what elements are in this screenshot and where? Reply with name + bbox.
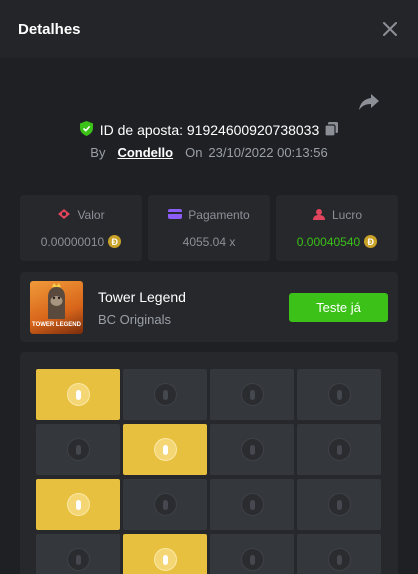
coin-icon xyxy=(327,548,351,571)
modal-header: Detalhes xyxy=(0,0,418,58)
close-icon[interactable] xyxy=(380,19,400,39)
coin-icon xyxy=(240,548,264,571)
tile-dark xyxy=(123,369,207,420)
tile-grid xyxy=(36,369,381,574)
stat-value: 0.00000010 xyxy=(40,234,105,249)
coin-icon xyxy=(240,438,264,461)
stat-lucro: Lucro 0.00040540 Ð xyxy=(276,195,398,261)
tile-dark xyxy=(123,479,207,530)
gorilla-icon xyxy=(48,283,65,319)
modal-title: Detalhes xyxy=(18,20,81,38)
coin-icon xyxy=(153,548,177,571)
game-card: TOWER LEGEND Tower Legend BC Originals T… xyxy=(20,272,398,342)
share-icon[interactable] xyxy=(358,93,380,111)
doge-coin-icon: Ð xyxy=(364,235,378,248)
bet-id-row: ID de aposta: 91924600920738033 xyxy=(0,121,418,139)
stat-pagamento: Pagamento 4055.04 x xyxy=(148,195,270,261)
tile-gold xyxy=(36,369,120,420)
doge-coin-icon: Ð xyxy=(108,235,122,248)
by-label: By xyxy=(90,145,106,160)
stat-value: 0.00040540 xyxy=(296,234,361,249)
coin-icon xyxy=(327,493,351,516)
tile-dark xyxy=(210,424,294,475)
coin-icon xyxy=(153,383,177,406)
coin-icon xyxy=(240,383,264,406)
money-icon xyxy=(57,208,71,223)
coin-icon xyxy=(153,438,177,461)
stat-valor: Valor 0.00000010 Ð xyxy=(20,195,142,261)
tile-dark xyxy=(36,424,120,475)
game-thumbnail[interactable]: TOWER LEGEND xyxy=(30,281,83,334)
wallet-icon xyxy=(168,208,183,223)
tile-gold xyxy=(36,479,120,530)
tile-dark xyxy=(210,369,294,420)
try-now-button[interactable]: Teste já xyxy=(289,293,388,322)
game-name: Tower Legend xyxy=(98,289,186,305)
profit-icon xyxy=(312,208,326,223)
bet-id-value: 91924600920738033 xyxy=(186,122,320,138)
game-thumb-label: TOWER LEGEND xyxy=(32,322,81,328)
coin-icon xyxy=(66,548,90,571)
coin-icon xyxy=(66,383,90,406)
tile-gold xyxy=(123,424,207,475)
bet-datetime: 23/10/2022 00:13:56 xyxy=(208,145,328,160)
tile-dark xyxy=(297,369,381,420)
stat-value: 4055.04 x xyxy=(182,234,236,249)
bet-id-label: ID de aposta: xyxy=(99,122,183,138)
stat-label: Valor xyxy=(77,208,105,222)
coin-icon xyxy=(66,438,90,461)
tile-dark xyxy=(297,479,381,530)
coin-icon xyxy=(327,438,351,461)
username-link[interactable]: Condello xyxy=(117,145,173,160)
shield-check-icon xyxy=(79,121,93,139)
tile-dark xyxy=(36,534,120,574)
tile-dark xyxy=(297,424,381,475)
on-label: On xyxy=(185,145,203,160)
tile-gold xyxy=(123,534,207,574)
coin-icon xyxy=(153,493,177,516)
tile-dark xyxy=(210,479,294,530)
coin-icon xyxy=(240,493,264,516)
stat-label: Pagamento xyxy=(188,208,250,222)
tile-dark xyxy=(297,534,381,574)
stats-row: Valor 0.00000010 Ð Pagamento 4055.04 x L… xyxy=(20,195,398,261)
coin-icon xyxy=(66,493,90,516)
byline: By Condello On 23/10/2022 00:13:56 xyxy=(0,145,418,160)
tile-dark xyxy=(210,534,294,574)
stat-label: Lucro xyxy=(331,208,363,222)
bet-details-modal: Detalhes ID de aposta: 91924600920738033… xyxy=(0,0,418,574)
game-board xyxy=(20,352,398,574)
game-provider: BC Originals xyxy=(98,312,171,327)
coin-icon xyxy=(327,383,351,406)
copy-icon[interactable] xyxy=(324,121,339,139)
